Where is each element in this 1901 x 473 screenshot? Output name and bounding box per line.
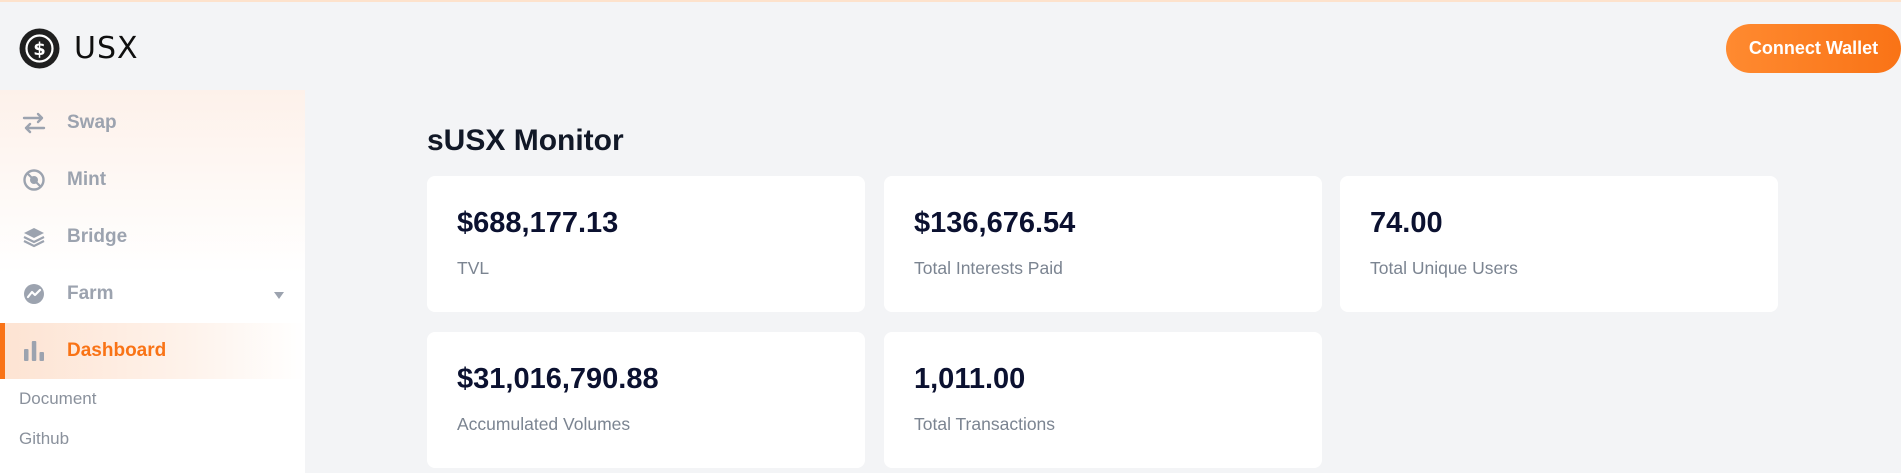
stat-value: $688,177.13 (457, 207, 619, 239)
header: $ USX Connect Wallet (0, 2, 1901, 90)
sidebar-item-label: Dashboard (67, 340, 167, 361)
stat-card-tvl: $688,177.13 TVL (427, 176, 865, 312)
stat-label: Total Unique Users (1370, 258, 1518, 278)
sidebar: Swap Mint Bridge Farm Dashboard Document… (0, 90, 305, 473)
stat-value: 1,011.00 (914, 363, 1026, 395)
stat-label: Total Transactions (914, 414, 1056, 434)
dollar-coin-icon: $ (19, 28, 60, 69)
stat-card-total-transactions: 1,011.00 Total Transactions (884, 332, 1322, 468)
sidebar-item-label: Farm (67, 283, 114, 304)
sidebar-item-swap[interactable]: Swap (0, 95, 305, 151)
stat-value: $31,016,790.88 (457, 363, 659, 395)
stat-label: Accumulated Volumes (457, 414, 631, 434)
sidebar-item-label: Bridge (67, 226, 128, 247)
active-indicator (0, 323, 5, 379)
sidebar-item-farm[interactable]: Farm (0, 266, 305, 322)
brand-name: USX (74, 31, 139, 66)
stat-card-total-interests-paid: $136,676.54 Total Interests Paid (884, 176, 1322, 312)
bridge-icon (23, 228, 45, 248)
github-link[interactable]: Github (19, 429, 69, 449)
sidebar-item-dashboard[interactable]: Dashboard (0, 323, 305, 379)
page-title: sUSX Monitor (427, 124, 624, 157)
stat-value: 74.00 (1370, 207, 1443, 239)
farm-icon (24, 284, 44, 304)
svg-text:$: $ (33, 39, 46, 60)
stat-card-accumulated-volumes: $31,016,790.88 Accumulated Volumes (427, 332, 865, 468)
stat-label: TVL (457, 258, 490, 278)
stat-value: $136,676.54 (914, 207, 1076, 239)
swap-icon (22, 112, 46, 134)
sidebar-item-label: Swap (67, 112, 117, 133)
sidebar-item-mint[interactable]: Mint (0, 152, 305, 208)
document-link[interactable]: Document (19, 389, 96, 409)
chevron-down-icon[interactable] (273, 290, 285, 300)
brand-logo[interactable]: $ USX (19, 28, 139, 69)
sidebar-item-label: Mint (67, 169, 107, 190)
dashboard-icon (24, 341, 44, 361)
stat-card-total-unique-users: 74.00 Total Unique Users (1340, 176, 1778, 312)
stat-label: Total Interests Paid (914, 258, 1063, 278)
mint-icon (23, 169, 45, 191)
sidebar-item-bridge[interactable]: Bridge (0, 209, 305, 265)
connect-wallet-button[interactable]: Connect Wallet (1726, 24, 1901, 73)
